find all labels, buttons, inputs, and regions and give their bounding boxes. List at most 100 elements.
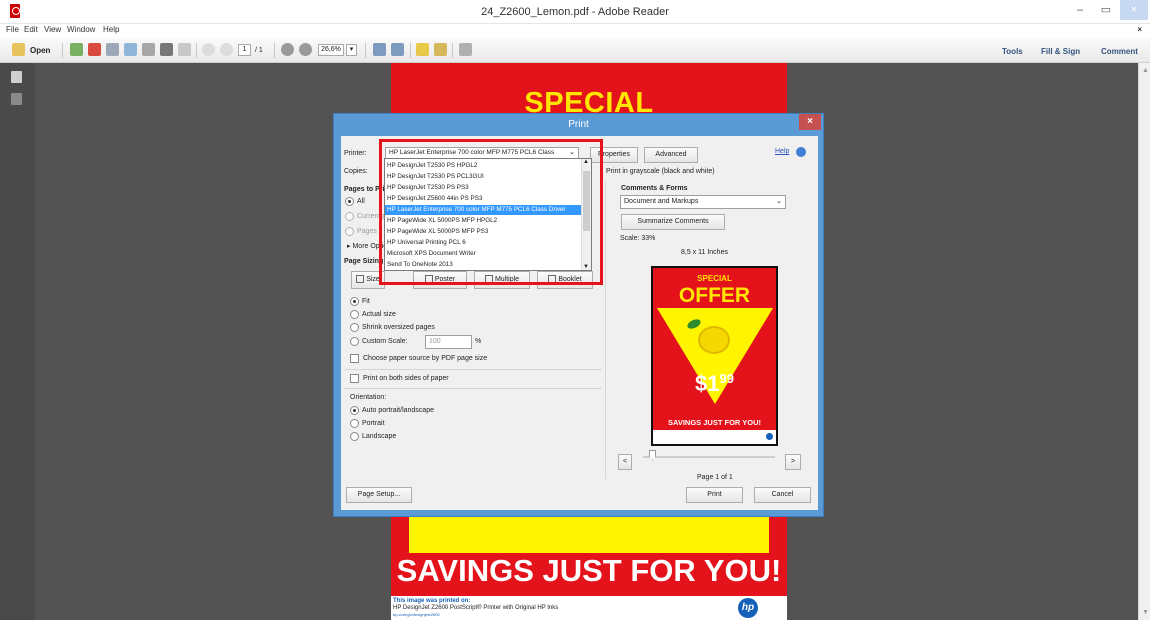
radio-portrait[interactable]	[350, 419, 359, 428]
preview-offer: OFFER	[678, 284, 751, 307]
lemon-icon	[698, 326, 730, 354]
radio-current-page[interactable]	[345, 212, 354, 221]
summarize-comments-button[interactable]: Summarize Comments	[621, 214, 725, 230]
radio-landscape[interactable]	[350, 432, 359, 441]
page-thumbnails-icon[interactable]	[11, 71, 22, 83]
tools-pane-link[interactable]: Tools	[1002, 47, 1023, 56]
menu-help[interactable]: Help	[103, 25, 119, 34]
page-number-input[interactable]: 1	[238, 44, 251, 56]
chevron-down-icon: ⌄	[776, 198, 782, 205]
toolbar-separator	[196, 43, 197, 58]
maximize-button[interactable]: ▭	[1094, 0, 1118, 20]
cancel-button[interactable]: Cancel	[754, 487, 811, 503]
price-cents: 99	[719, 371, 734, 386]
open-folder-icon[interactable]	[12, 43, 25, 56]
both-sides-checkbox[interactable]	[350, 374, 359, 383]
close-document-icon[interactable]: ×	[1137, 25, 1142, 34]
page-slider-track[interactable]	[643, 456, 775, 458]
previous-page-icon[interactable]	[202, 43, 215, 56]
radio-fit[interactable]	[350, 297, 359, 306]
print-icon[interactable]	[160, 43, 173, 56]
vertical-scrollbar[interactable]: ▲ ▼	[1138, 63, 1150, 620]
preview-page: SPECIAL OFFER $199 SAVINGS JUST FOR YOU!	[651, 266, 778, 446]
minimize-button[interactable]: –	[1068, 0, 1092, 20]
scroll-up-icon[interactable]: ▲	[1142, 67, 1149, 74]
advanced-button[interactable]: Advanced	[644, 147, 698, 163]
next-page-icon[interactable]	[220, 43, 233, 56]
copies-label: Copies:	[344, 168, 368, 175]
portrait-label: Portrait	[362, 420, 385, 427]
menu-window[interactable]: Window	[67, 25, 95, 34]
menu-bar: File Edit View Window Help ×	[0, 24, 1150, 38]
page-setup-button[interactable]: Page Setup...	[346, 487, 412, 503]
close-window-button[interactable]: ×	[1120, 0, 1148, 20]
fill-sign-pane-link[interactable]: Fill & Sign	[1041, 47, 1080, 56]
radio-custom-scale[interactable]	[350, 337, 359, 346]
auto-orientation-label: Auto portrait/landscape	[362, 407, 434, 414]
radio-all-label: All	[357, 198, 365, 205]
comment-pane-link[interactable]: Comment	[1101, 47, 1138, 56]
fit-page-icon[interactable]	[391, 43, 404, 56]
share-icon[interactable]	[124, 43, 137, 56]
printer-label: Printer:	[344, 150, 367, 157]
custom-scale-label: Custom Scale:	[362, 338, 408, 345]
print-preview: SPECIAL OFFER $199 SAVINGS JUST FOR YOU!	[651, 266, 778, 446]
landscape-label: Landscape	[362, 433, 397, 440]
zoom-level-input[interactable]: 26,6%	[318, 44, 344, 56]
price-dollars: $1	[695, 371, 720, 396]
zoom-in-icon[interactable]	[299, 43, 312, 56]
menu-edit[interactable]: Edit	[24, 25, 38, 34]
size-button-label: Size	[366, 276, 380, 283]
zoom-out-icon[interactable]	[281, 43, 294, 56]
preview-special: SPECIAL	[697, 274, 732, 283]
fit-label: Fit	[362, 298, 370, 305]
page-indicator: Page 1 of 1	[697, 474, 733, 481]
highlight-icon[interactable]	[434, 43, 447, 56]
zoom-dropdown-icon[interactable]: ▾	[346, 44, 357, 56]
percent-label: %	[475, 338, 482, 345]
create-pdf-icon[interactable]	[70, 43, 83, 56]
toolbar-separator	[365, 43, 366, 58]
size-icon	[356, 275, 365, 284]
both-sides-label: Print on both sides of paper	[363, 375, 449, 382]
help-link[interactable]: Help	[775, 148, 789, 155]
edit-pdf-icon[interactable]	[106, 43, 119, 56]
comments-forms-select[interactable]: Document and Markups ⌄	[620, 195, 786, 209]
toolbar: Open 1 / 1 26,6% ▾ Tools Fill & Sign Com…	[0, 38, 1150, 63]
attachments-icon[interactable]	[11, 93, 22, 105]
radio-shrink[interactable]	[350, 323, 359, 332]
sticky-note-icon[interactable]	[416, 43, 429, 56]
email-icon[interactable]	[178, 43, 191, 56]
menu-view[interactable]: View	[44, 25, 61, 34]
shrink-label: Shrink oversized pages	[362, 324, 435, 331]
previous-page-button[interactable]: <	[618, 454, 632, 470]
radio-pages[interactable]	[345, 227, 354, 236]
section-divider	[344, 388, 602, 389]
vertical-divider	[605, 181, 606, 479]
paper-source-checkbox[interactable]	[350, 354, 359, 363]
toolbar-separator	[410, 43, 411, 58]
footer-printed-on: This image was printed on:	[393, 598, 471, 604]
next-page-button[interactable]: >	[785, 454, 801, 470]
help-icon[interactable]	[796, 147, 806, 157]
menu-file[interactable]: File	[6, 25, 19, 34]
radio-auto-orientation[interactable]	[350, 406, 359, 415]
custom-scale-input[interactable]: 100	[425, 335, 472, 349]
poster-savings-text: SAVINGS JUST FOR YOU!	[396, 553, 782, 588]
paper-size-label: 8,5 x 11 Inches	[681, 249, 728, 256]
toolbar-separator	[452, 43, 453, 58]
navigation-pane	[0, 63, 35, 620]
title-bar: 24_Z2600_Lemon.pdf - Adobe Reader – ▭ ×	[0, 0, 1150, 24]
expand-icon[interactable]	[459, 43, 472, 56]
radio-all[interactable]	[345, 197, 354, 206]
page-total: / 1	[255, 47, 263, 54]
print-button[interactable]: Print	[686, 487, 743, 503]
page-slider-thumb[interactable]	[649, 450, 656, 460]
scroll-down-icon[interactable]: ▼	[1142, 609, 1149, 616]
open-button[interactable]: Open	[30, 46, 50, 60]
radio-actual-size[interactable]	[350, 310, 359, 319]
dialog-close-button[interactable]: ×	[799, 114, 821, 130]
save-icon[interactable]	[142, 43, 155, 56]
fit-width-icon[interactable]	[373, 43, 386, 56]
combine-files-icon[interactable]	[88, 43, 101, 56]
